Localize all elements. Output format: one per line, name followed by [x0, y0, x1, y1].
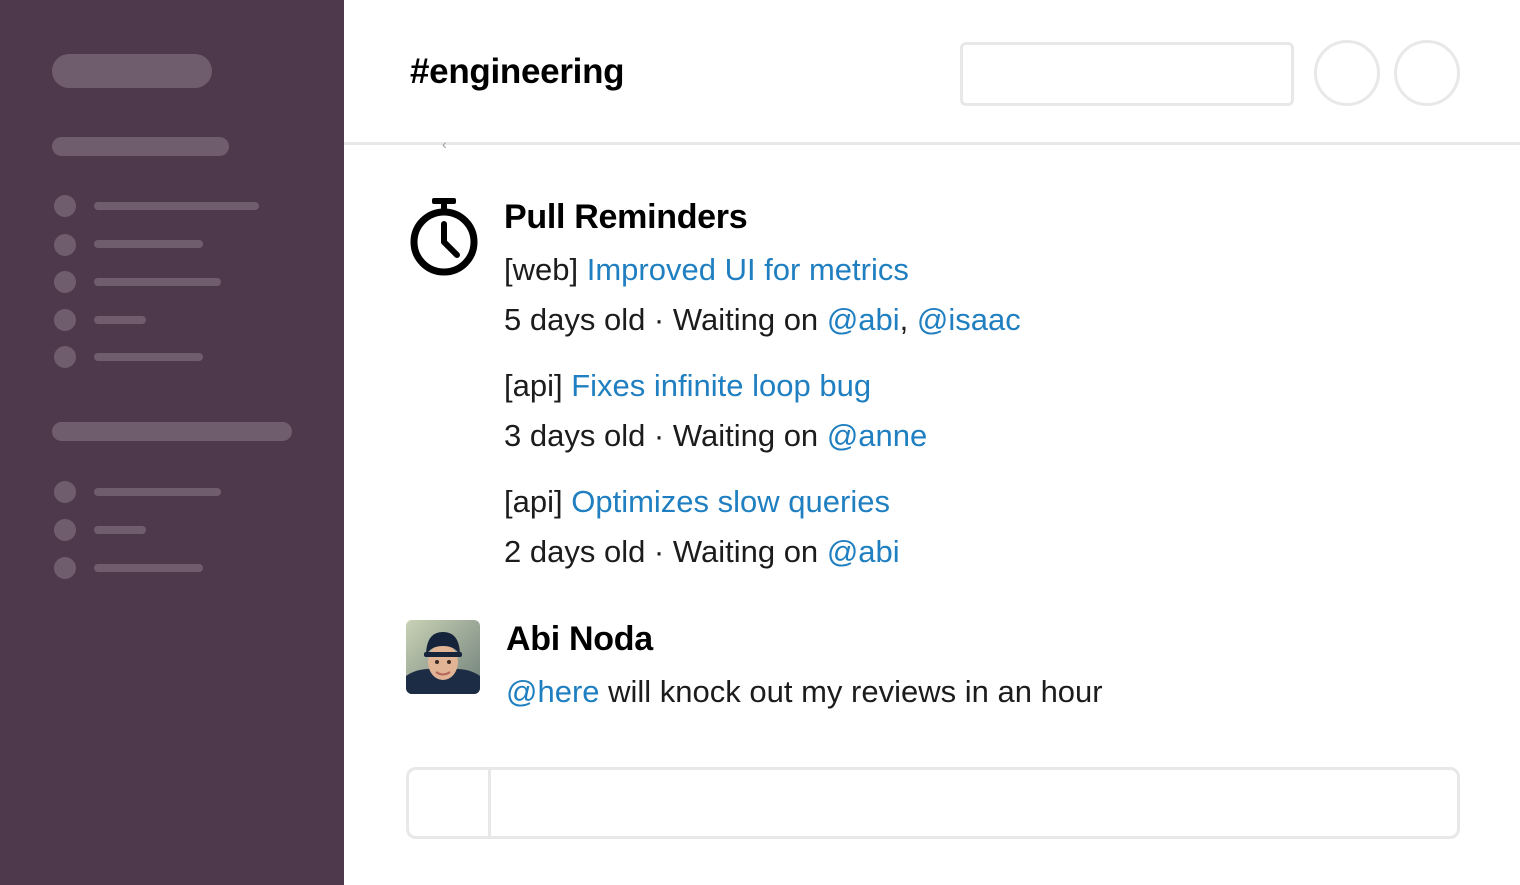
channel-header: #engineering [344, 0, 1520, 145]
reviewer-mention[interactable]: @abi [827, 534, 900, 569]
reminder-title-line: [api] Optimizes slow queries [504, 484, 890, 520]
workspace-name-placeholder[interactable] [52, 54, 212, 88]
message-body: will knock out my reviews in an hour [608, 674, 1103, 709]
sidebar-item-placeholder[interactable] [94, 240, 203, 248]
avatar[interactable] [406, 620, 480, 694]
pull-request-link[interactable]: Improved UI for metrics [587, 252, 909, 287]
message-text: @here will knock out my reviews in an ho… [506, 674, 1103, 710]
sidebar-item-dot[interactable] [54, 271, 76, 293]
reviewer-separator: , [899, 302, 909, 337]
sidebar [0, 0, 344, 885]
section-header-placeholder [52, 137, 229, 156]
repo-tag: [api] [504, 484, 563, 519]
sidebar-item-placeholder[interactable] [94, 278, 221, 286]
section-header-placeholder [52, 422, 292, 441]
stopwatch-icon [410, 198, 478, 276]
reminder-status-line: 2 days old · Waiting on @abi [504, 534, 900, 570]
sidebar-item-dot[interactable] [54, 346, 76, 368]
sidebar-item-dot[interactable] [54, 234, 76, 256]
channel-title[interactable]: #engineering [410, 52, 625, 92]
reminder-age: 2 days old · Waiting on [504, 534, 819, 569]
reminder-status-line: 5 days old · Waiting on @abi, @isaac [504, 302, 1021, 338]
header-action-button[interactable] [1314, 40, 1380, 106]
reminder-age: 3 days old · Waiting on [504, 418, 819, 453]
reviewer-mention[interactable]: @anne [827, 418, 927, 453]
repo-tag: [api] [504, 368, 563, 403]
here-mention[interactable]: @here [506, 674, 600, 709]
message-sender[interactable]: Pull Reminders [504, 198, 748, 237]
header-action-button[interactable] [1394, 40, 1460, 106]
reviewer-mention[interactable]: @abi [827, 302, 900, 337]
composer-divider [488, 770, 491, 836]
search-input[interactable] [960, 42, 1294, 106]
sidebar-item-placeholder[interactable] [94, 202, 259, 210]
scroll-caret: ‹ [442, 136, 447, 152]
reminder-title-line: [api] Fixes infinite loop bug [504, 368, 871, 404]
sidebar-item-dot[interactable] [54, 309, 76, 331]
message-sender[interactable]: Abi Noda [506, 620, 653, 659]
reviewer-mention[interactable]: @isaac [917, 302, 1021, 337]
sidebar-item-dot[interactable] [54, 557, 76, 579]
sidebar-item-placeholder[interactable] [94, 564, 203, 572]
sidebar-item-dot[interactable] [54, 519, 76, 541]
reminder-age: 5 days old · Waiting on [504, 302, 819, 337]
repo-tag: [web] [504, 252, 579, 287]
message-composer[interactable] [406, 767, 1460, 839]
reminder-title-line: [web] Improved UI for metrics [504, 252, 909, 288]
sidebar-item-dot[interactable] [54, 195, 76, 217]
sidebar-item-dot[interactable] [54, 481, 76, 503]
pull-request-link[interactable]: Fixes infinite loop bug [571, 368, 871, 403]
pull-request-link[interactable]: Optimizes slow queries [571, 484, 890, 519]
sidebar-item-placeholder[interactable] [94, 488, 221, 496]
sidebar-item-placeholder[interactable] [94, 526, 146, 534]
sidebar-item-placeholder[interactable] [94, 353, 203, 361]
sidebar-item-placeholder[interactable] [94, 316, 146, 324]
reminder-status-line: 3 days old · Waiting on @anne [504, 418, 927, 454]
